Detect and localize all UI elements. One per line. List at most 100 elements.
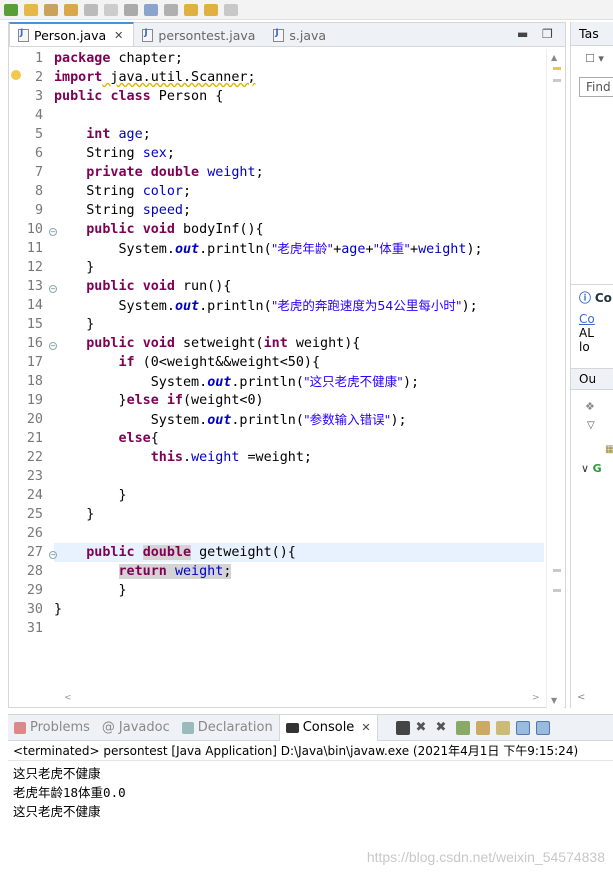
overview-mark[interactable] — [553, 589, 561, 592]
remove-launch-icon[interactable]: ✖ — [416, 720, 430, 735]
outline-toolbar-icon[interactable]: ❖ — [585, 400, 595, 413]
code-token: String — [86, 203, 143, 218]
code-token: else — [126, 393, 159, 408]
terminate-icon[interactable] — [395, 720, 410, 735]
tab-declaration[interactable]: Declaration — [176, 715, 279, 741]
code-token: + — [410, 242, 419, 257]
tab-javadoc[interactable]: @ Javadoc — [96, 715, 176, 741]
next-annotation-icon[interactable] — [184, 3, 198, 16]
scroll-left-icon[interactable]: < — [64, 693, 72, 703]
javadoc-icon: @ — [101, 720, 115, 735]
overview-mark[interactable] — [553, 569, 561, 572]
clear-console-icon[interactable] — [455, 720, 470, 735]
code-token: int — [263, 336, 288, 351]
java-file-icon — [142, 28, 154, 42]
code-line: package chapter; — [54, 49, 536, 68]
toggle-icon[interactable] — [104, 3, 118, 16]
tab-label: Tas — [579, 26, 599, 41]
java-file-icon — [273, 28, 285, 42]
new-task-icon[interactable]: ☐ ▾ — [571, 46, 613, 65]
build-icon[interactable] — [64, 3, 78, 16]
code-token: } — [118, 488, 127, 503]
code-token: if — [166, 393, 183, 408]
maximize-icon[interactable]: ❐ — [542, 27, 553, 41]
find-input[interactable]: Find — [579, 77, 613, 97]
tab-s-java[interactable]: s.java — [265, 24, 336, 46]
annotation-icon[interactable] — [144, 3, 158, 16]
minimize-icon[interactable]: ▬ — [517, 27, 528, 41]
code-token: ; — [255, 165, 264, 180]
code-token: System. — [150, 375, 208, 390]
tab-person-java[interactable]: Person.java ✕ — [9, 22, 135, 46]
tab-task-list[interactable]: Tas — [571, 22, 613, 46]
tab-label: Person.java — [34, 27, 107, 43]
line-number: 7 — [34, 165, 43, 180]
tab-persontest-java[interactable]: persontest.java — [134, 24, 265, 46]
code-token: "老虎年龄" — [271, 241, 334, 256]
editor-panel: Person.java ✕ persontest.java s.java ▬ ❐… — [8, 22, 566, 709]
code-token: String — [86, 146, 143, 161]
code-token: ); — [402, 375, 420, 390]
tab-outline[interactable]: Ou — [571, 368, 613, 390]
chevron-down-icon[interactable]: ▽ — [587, 420, 595, 431]
console-output[interactable]: 这只老虎不健康 老虎年龄18体重0.0 这只老虎不健康 — [8, 761, 613, 821]
tab-label: persontest.java — [158, 27, 256, 43]
code-token: ; — [166, 146, 175, 161]
word-wrap-icon[interactable] — [495, 720, 510, 735]
watermark: https://blog.csdn.net/weixin_54574838 — [366, 849, 605, 865]
scroll-up-icon[interactable]: ▲ — [551, 53, 557, 62]
code-token: color — [142, 184, 183, 199]
code-token: else — [118, 431, 151, 446]
console-line: 老虎年龄18体重0.0 — [13, 785, 126, 800]
code-token: void — [142, 279, 175, 294]
tab-problems[interactable]: Problems — [8, 715, 96, 741]
code-token: age — [118, 127, 143, 142]
problems-icon — [14, 721, 26, 734]
code-token: System. — [118, 299, 175, 314]
open-folder-icon[interactable] — [24, 3, 38, 16]
code-token: ); — [390, 413, 407, 428]
code-token: Person { — [150, 89, 224, 104]
code-token: } — [86, 317, 95, 332]
forward-icon[interactable] — [224, 3, 238, 16]
back-icon[interactable] — [204, 3, 218, 16]
overview-warning-mark[interactable] — [553, 67, 561, 70]
code-line: } — [54, 505, 536, 524]
edit-icon[interactable] — [164, 3, 178, 16]
scroll-right-icon[interactable]: > — [532, 693, 540, 703]
chevron-down-icon[interactable]: ∨ G — [581, 462, 602, 475]
overview-mark[interactable] — [553, 79, 561, 82]
code-token: weight){ — [287, 336, 361, 351]
line-number: 23 — [26, 469, 43, 484]
line-number: 31 — [26, 621, 43, 636]
pin-console-icon[interactable] — [515, 720, 530, 735]
console-panel: Problems @ Javadoc Declaration Console ✕… — [8, 714, 613, 873]
code-line: return weight; — [54, 562, 536, 581]
line-number: 1 — [34, 51, 43, 66]
code-token: . — [183, 450, 192, 465]
pin-icon[interactable] — [84, 3, 98, 16]
scroll-left-icon[interactable]: < — [577, 692, 585, 703]
search-icon[interactable] — [44, 3, 58, 16]
display-console-icon[interactable] — [535, 720, 550, 735]
remove-all-icon[interactable]: ✖ — [436, 720, 450, 735]
code-area[interactable]: package chapter; import java.util.Scanne… — [54, 49, 536, 693]
info-link[interactable]: Co — [579, 312, 613, 326]
console-icon — [285, 722, 299, 733]
horizontal-scrollbar[interactable]: < > — [54, 691, 544, 707]
run-dropdown-icon[interactable] — [4, 3, 18, 16]
scroll-down-icon[interactable]: ▼ — [551, 696, 557, 705]
code-token: out — [207, 413, 232, 428]
vertical-scrollbar[interactable]: ▲ ▼ — [546, 49, 564, 709]
close-icon[interactable]: ✕ — [114, 29, 123, 42]
console-status: <terminated> persontest [Java Applicatio… — [8, 741, 613, 761]
close-icon[interactable]: ✕ — [361, 721, 370, 734]
format-icon[interactable] — [124, 3, 138, 16]
info-text: lo — [579, 340, 590, 354]
warning-icon[interactable] — [11, 70, 21, 80]
tab-console[interactable]: Console ✕ — [278, 714, 378, 741]
scroll-lock-icon[interactable] — [475, 720, 490, 735]
